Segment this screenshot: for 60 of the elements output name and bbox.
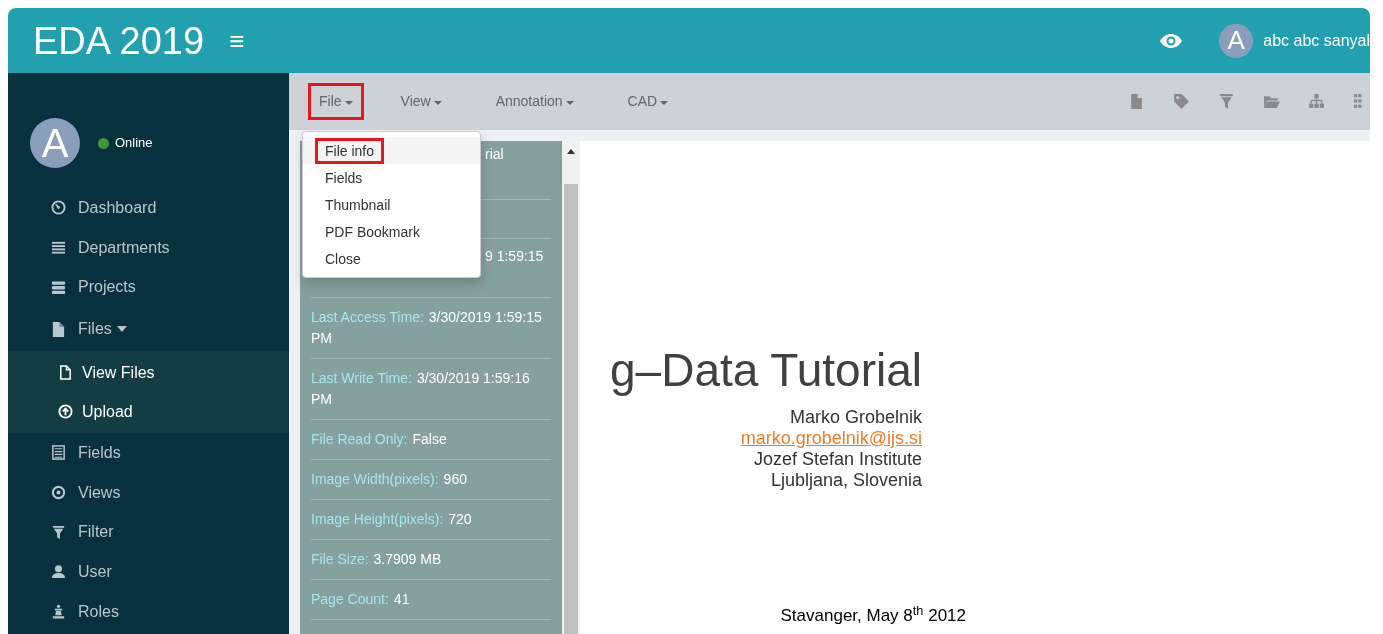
info-field-text: Last Access Time: 3/30/2019 1:59:15 PM	[311, 308, 543, 348]
app-title: EDA 2019	[33, 21, 205, 60]
sitemap-icon[interactable]	[1308, 93, 1325, 110]
date-text: Stavanger, May 8$^{th}$ 2012	[780, 603, 966, 627]
filter-icon	[51, 524, 66, 540]
info-field-text: Image Width(pixels): 960	[311, 470, 468, 489]
menu-item[interactable]: Thumbnail	[315, 191, 401, 218]
menu-button[interactable]: CAD	[616, 83, 680, 120]
stacked-bars-icon	[51, 279, 66, 295]
menu-button[interactable]: Annotation	[484, 83, 585, 120]
location-text: Ljubljana, Slovenia	[770, 470, 922, 491]
info-field-text: Last Write Time: 3/30/2019 1:59:16 PM	[311, 369, 531, 409]
table-icon	[51, 445, 66, 461]
menu-item[interactable]: PDF Bookmark	[315, 218, 430, 245]
caret-icon	[433, 101, 442, 105]
menu-item[interactable]: Close	[315, 245, 371, 272]
sidebar-item[interactable]: Fields	[8, 433, 289, 473]
target-icon	[51, 485, 66, 501]
menu-button[interactable]: View	[389, 83, 453, 120]
tag-icon[interactable]	[1173, 93, 1190, 110]
caret-icon	[660, 101, 669, 105]
file-icon	[51, 321, 66, 337]
menu-item[interactable]: File info	[315, 137, 385, 164]
gauge-icon	[51, 200, 66, 216]
scroll-up-icon[interactable]	[567, 149, 575, 154]
sidebar-item[interactable]: Files	[8, 307, 289, 352]
sidebar-item[interactable]: Views	[8, 472, 289, 513]
author-name: Marko Grobelnik	[789, 407, 922, 428]
covered-info-text: rial	[485, 145, 504, 164]
scrollbar-thumb[interactable]	[564, 184, 578, 634]
menu-item[interactable]: Fields	[315, 164, 373, 191]
institute-name: Jozef Stefan Institute	[753, 449, 922, 470]
list-icon	[51, 240, 66, 256]
upload-icon	[58, 404, 73, 420]
file-icon[interactable]	[1128, 93, 1145, 110]
info-field-text: File Size: 3.7909 MB	[311, 550, 443, 569]
caret-icon	[565, 101, 574, 105]
caret-icon	[344, 101, 353, 105]
folder-icon[interactable]	[1263, 93, 1280, 110]
sidebar-item[interactable]: Departments	[8, 227, 289, 268]
user-icon	[51, 564, 66, 580]
info-field-text: Image Height(pixels): 720	[311, 510, 473, 529]
sidebar-item[interactable]: User	[8, 552, 289, 592]
filter-icon[interactable]	[1218, 93, 1235, 110]
profile-avatar: A	[30, 118, 80, 168]
sidebar-item[interactable]: Filter	[8, 512, 289, 553]
sidebar-subitem[interactable]: View Files	[8, 353, 289, 393]
info-field-text: Page Count: 41	[311, 590, 411, 609]
sidebar-item[interactable]: Projects	[8, 267, 289, 308]
sidebar-item[interactable]: Dashboard	[8, 188, 289, 228]
eye-icon[interactable]	[1159, 32, 1184, 49]
file-icon	[58, 365, 73, 381]
scrollbar[interactable]	[562, 141, 580, 634]
info-field-text: File Read Only: False	[311, 430, 448, 449]
status-text: Online	[115, 134, 153, 153]
sidebar-subitem[interactable]: Upload	[8, 392, 289, 432]
chess-piece-icon	[51, 604, 66, 620]
sidebar-item[interactable]: Roles	[8, 591, 289, 632]
menu-button[interactable]: File	[308, 83, 364, 120]
covered-info-text: 9 1:59:15	[485, 247, 544, 266]
